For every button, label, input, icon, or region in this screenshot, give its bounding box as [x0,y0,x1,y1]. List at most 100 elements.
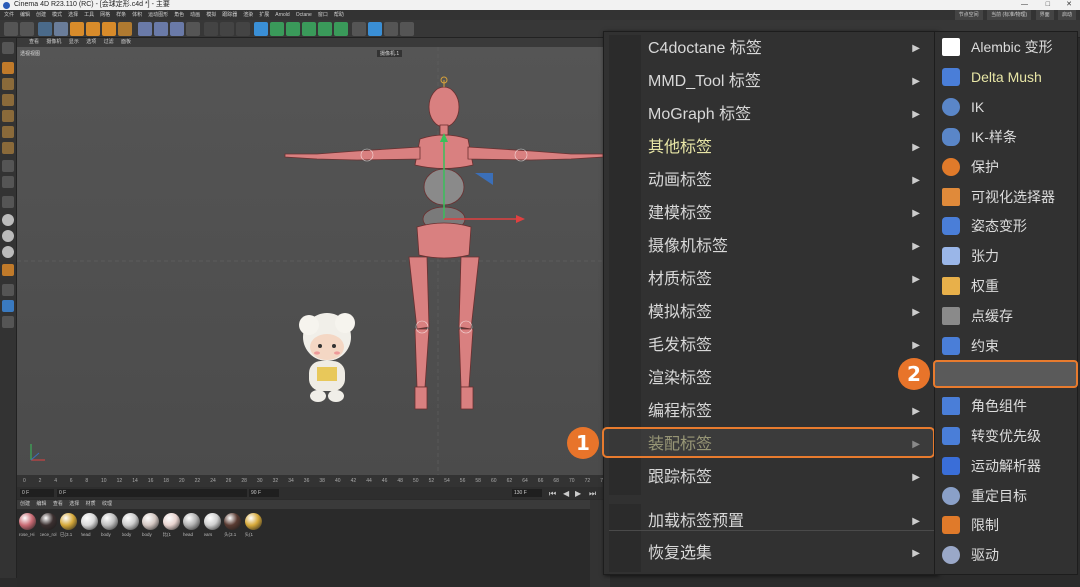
min-frame-field[interactable]: 90 F [249,489,279,497]
context-menu-item[interactable]: 毛发标签 ▶ [648,332,928,360]
undo-icon[interactable] [4,22,18,36]
snap-icon[interactable] [2,196,14,208]
context-menu-item[interactable]: 动画标签 ▶ [648,167,928,195]
context-menu-item[interactable]: 其他标签 ▶ [648,134,928,162]
menu-item[interactable]: 工具 [84,12,94,18]
context-menu-item[interactable]: 模拟标签 ▶ [648,299,928,327]
cameras-menu[interactable]: 摄像机 [46,39,61,45]
menu-item[interactable]: 编辑 [20,12,30,18]
submenu-item[interactable]: Alembic 变形 [937,33,1077,61]
close-button[interactable]: ✕ [1066,0,1072,10]
material-thumbnail[interactable]: 比(1 [162,513,181,538]
menu-item[interactable]: 帮助 [334,12,344,18]
material-thumbnail[interactable]: ears [203,513,222,537]
viewport-solo-icon[interactable] [2,264,14,276]
camera-icon[interactable] [368,22,382,36]
mat-create-menu[interactable]: 创建 [20,501,30,507]
context-menu-item[interactable]: 材质标签 ▶ [648,266,928,294]
material-thumbnail[interactable]: rose_Hi [19,513,37,537]
menu-item[interactable]: 渲染 [243,12,253,18]
material-thumbnail[interactable]: cece_rol [39,513,58,537]
solo-icon[interactable] [2,230,14,242]
add-tool-icon[interactable] [118,22,132,36]
renderer-select[interactable]: 当前 (标准/物理) [987,10,1032,20]
submenu-item[interactable]: 角色组件 [937,392,1077,420]
render-picture-icon[interactable] [220,22,234,36]
mat-edit-menu[interactable]: 编辑 [36,501,46,507]
mat-view-menu[interactable]: 查看 [53,501,63,507]
menu-item[interactable]: 文件 [4,12,14,18]
context-menu-item[interactable]: 加载标签预置 ▶ [648,508,928,536]
submenu-item[interactable]: 点缓存 [937,302,1077,330]
menu-item[interactable]: 窗口 [318,12,328,18]
submenu-item[interactable]: IK-样条 [937,123,1077,151]
timeline-ruler[interactable]: 0 2 4 6 8 10 12 14 16 18 20 22 24 26 28 30 32 34 36 38 40 42 4… [17,475,607,487]
context-menu-item[interactable]: 建模标签 ▶ [648,200,928,228]
startup-layout-button[interactable]: 启动 [1057,10,1076,20]
goto-start-icon[interactable]: ⏮ [549,488,556,500]
field-icon[interactable] [334,22,348,36]
options-menu[interactable]: 选项 [86,39,96,45]
submenu-item[interactable]: 保护 [937,153,1077,181]
rotate-tool-icon[interactable] [86,22,100,36]
menu-item[interactable]: 角色 [174,12,184,18]
generator-icon[interactable] [286,22,300,36]
material-thumbnail[interactable]: body [101,513,119,537]
submenu-item[interactable]: 姿态变形 [937,212,1077,240]
context-menu-item[interactable]: 渲染标签▶ [648,365,928,393]
context-menu-item[interactable]: 编程标签 ▶ [648,398,928,426]
submenu-item[interactable]: 转变优先级 [937,422,1077,450]
menu-item[interactable]: 跟踪器 [222,12,237,18]
menu-item[interactable]: 选择 [68,12,78,18]
menu-item[interactable]: Octane [296,12,312,18]
grid-snap-icon[interactable] [2,316,14,328]
material-thumbnail[interactable]: 头(1 [244,513,263,538]
submenu-item[interactable]: 可视化选择器 [937,183,1077,211]
x-axis-icon[interactable] [138,22,152,36]
material-thumbnail[interactable]: 头(3.1 [224,513,242,538]
solo-hierarchy-icon[interactable] [2,246,14,258]
submenu-item[interactable]: 重定目标 [937,482,1077,510]
context-menu-item[interactable]: 摄像机标签 ▶ [648,233,928,261]
material-thumbnail[interactable]: 已(3.1 [60,513,78,538]
menu-item[interactable]: 动画 [190,12,200,18]
material-thumbnail[interactable]: body [142,513,160,537]
context-menu-item[interactable]: MMD_Tool 标签 ▶ [648,68,928,96]
submenu-item[interactable]: 张力 [937,242,1077,270]
mat-material-menu[interactable]: 材质 [86,501,96,507]
z-axis-icon[interactable] [170,22,184,36]
view-menu[interactable]: 查看 [29,39,39,45]
menu-item[interactable]: 模式 [52,12,62,18]
node-space-label[interactable]: 节点空间 [954,10,983,20]
coordinate-system-icon[interactable] [186,22,200,36]
workplane-icon[interactable] [2,94,14,106]
grid-icon[interactable] [384,22,398,36]
tweak-mode-icon[interactable] [2,176,14,188]
menu-item[interactable]: 网格 [100,12,110,18]
submenu-item[interactable]: Delta Mush [937,63,1077,91]
mat-texture-menu[interactable]: 纹理 [102,501,112,507]
cloner-icon[interactable] [302,22,316,36]
submenu-item[interactable]: IK [937,93,1077,121]
workplane-lock-icon[interactable] [2,214,14,226]
menu-item[interactable]: Arnold [275,12,289,18]
select-tool-icon[interactable] [38,22,52,36]
panel-menu[interactable]: 面板 [121,39,131,45]
model-mode-icon[interactable] [2,62,14,74]
y-axis-icon[interactable] [154,22,168,36]
context-menu-item[interactable]: C4doctane 标签 ▶ [648,35,928,63]
prev-frame-icon[interactable]: ◀ [563,488,569,500]
axis-mode-icon[interactable] [2,160,14,172]
material-thumbnail[interactable]: head [80,513,99,537]
minimize-button[interactable]: — [1021,0,1028,10]
lock-icon[interactable] [2,284,14,296]
material-thumbnail[interactable]: head [183,513,201,537]
submenu-item[interactable]: 约束 [937,332,1077,360]
make-editable-icon[interactable] [2,42,14,54]
polygons-mode-icon[interactable] [2,142,14,154]
sheep-character[interactable] [299,313,355,402]
menu-item[interactable]: 样条 [116,12,126,18]
display-menu[interactable]: 显示 [69,39,79,45]
context-menu-item[interactable]: 恢复选集 ▶ [648,540,928,568]
submenu-item[interactable]: 限制 [937,511,1077,539]
